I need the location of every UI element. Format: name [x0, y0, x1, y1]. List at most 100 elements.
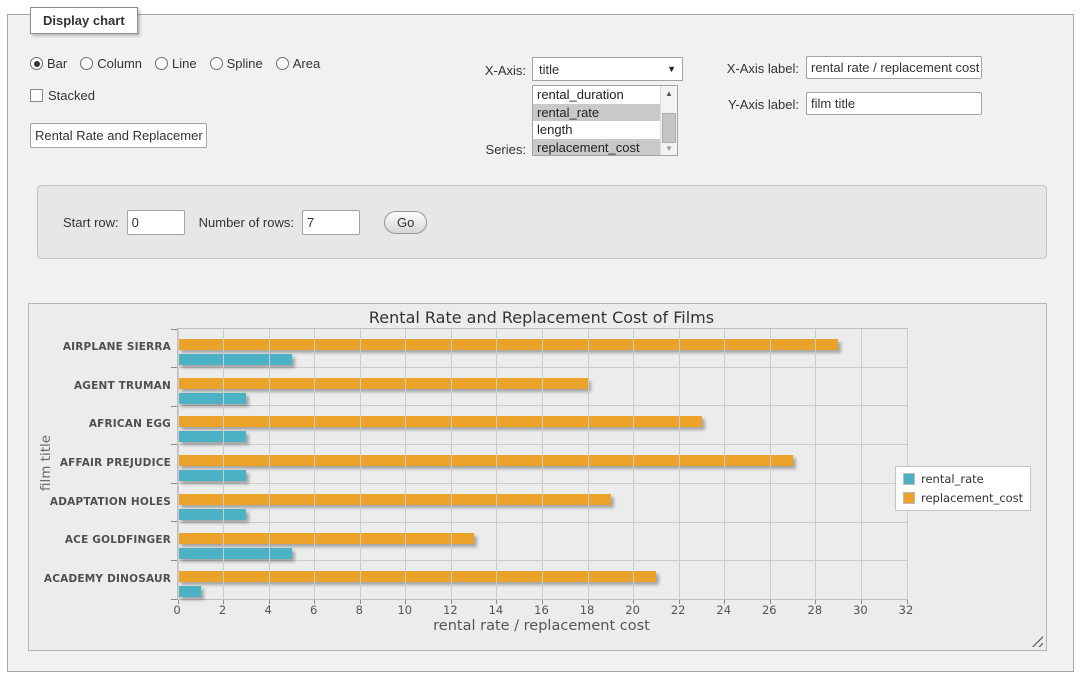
- category-label: AGENT TRUMAN: [35, 367, 171, 406]
- num-rows-label: Number of rows:: [199, 215, 294, 230]
- x-axis-selected-value: title: [539, 62, 559, 77]
- category-label: AFRICAN EGG: [35, 405, 171, 444]
- radio-icon[interactable]: [80, 57, 93, 70]
- x-tick-label: 8: [356, 603, 363, 617]
- series-scrollbar[interactable]: ▲ ▼: [660, 86, 677, 155]
- y-tick-mark: [171, 483, 177, 484]
- chart-type-line[interactable]: Line: [155, 56, 197, 71]
- scroll-down-icon[interactable]: ▼: [661, 141, 677, 155]
- num-rows-input[interactable]: 7: [302, 210, 360, 235]
- series-caption: Series:: [430, 142, 526, 157]
- start-row-label: Start row:: [63, 215, 119, 230]
- y-axis-label-caption: Y-Axis label:: [700, 97, 799, 112]
- start-row-input[interactable]: 0: [127, 210, 185, 235]
- bar-replacement_cost: [178, 455, 793, 466]
- y-tick-mark: [171, 560, 177, 561]
- radio-icon[interactable]: [276, 57, 289, 70]
- bar-rental_rate: [178, 431, 246, 442]
- chevron-down-icon: ▼: [667, 64, 676, 74]
- gridline: [861, 329, 862, 599]
- category-label: AIRPLANE SIERRA: [35, 328, 171, 367]
- bar-replacement_cost: [178, 339, 838, 350]
- category-label: AFFAIR PREJUDICE: [35, 444, 171, 483]
- bar-rental_rate: [178, 393, 246, 404]
- x-tick-label: 2: [219, 603, 226, 617]
- chart-type-spline[interactable]: Spline: [210, 56, 263, 71]
- row-range-panel: Start row: 0 Number of rows: 7 Go: [37, 185, 1047, 259]
- gridline: [314, 329, 315, 599]
- legend-item-rental_rate: rental_rate: [903, 472, 1023, 486]
- gridline: [815, 329, 816, 599]
- x-tick-label: 20: [625, 603, 640, 617]
- chart-type-bar[interactable]: Bar: [30, 56, 67, 71]
- fieldset-legend: Display chart: [30, 7, 138, 34]
- go-button[interactable]: Go: [384, 211, 427, 234]
- resize-handle-icon[interactable]: [1031, 635, 1043, 647]
- series-option-rental_rate[interactable]: rental_rate: [533, 104, 661, 122]
- bar-rental_rate: [178, 586, 201, 597]
- legend-item-replacement_cost: replacement_cost: [903, 491, 1023, 505]
- gridline: [223, 329, 224, 599]
- x-tick-label: 6: [310, 603, 317, 617]
- y-axis-label-input[interactable]: film title: [806, 92, 982, 115]
- x-axis-label-input[interactable]: rental rate / replacement cost: [806, 56, 982, 79]
- gridline: [178, 329, 179, 599]
- x-tick-label: 12: [443, 603, 458, 617]
- radio-label: Bar: [47, 56, 67, 71]
- x-tick-row: 02468101214161820222426283032: [177, 603, 906, 617]
- stacked-label: Stacked: [48, 88, 95, 103]
- x-tick-label: 26: [762, 603, 777, 617]
- radio-icon[interactable]: [30, 57, 43, 70]
- gridline: [679, 329, 680, 599]
- x-axis-select[interactable]: title ▼: [532, 57, 683, 81]
- y-tick-mark: [171, 406, 177, 407]
- x-tick-label: 18: [580, 603, 595, 617]
- legend-swatch: [903, 473, 915, 485]
- chart-title-input[interactable]: Rental Rate and Replacemer: [30, 123, 207, 148]
- chart-type-area[interactable]: Area: [276, 56, 320, 71]
- category-label: ADAPTATION HOLES: [35, 482, 171, 521]
- chart-legend: rental_rate replacement_cost: [895, 466, 1031, 511]
- gridline: [360, 329, 361, 599]
- y-tick-mark: [171, 329, 177, 330]
- category-label: ACADEMY DINOSAUR: [35, 559, 171, 598]
- scrollbar-thumb[interactable]: [662, 113, 676, 143]
- category-label: ACE GOLDFINGER: [35, 521, 171, 560]
- gridline: [907, 329, 908, 599]
- bar-replacement_cost: [178, 571, 656, 582]
- x-tick-label: 22: [671, 603, 686, 617]
- gridline: [724, 329, 725, 599]
- category-labels: AIRPLANE SIERRAAGENT TRUMANAFRICAN EGGAF…: [35, 328, 171, 598]
- stacked-option[interactable]: Stacked: [30, 88, 95, 103]
- bar-replacement_cost: [178, 378, 588, 389]
- bar-rental_rate: [178, 509, 246, 520]
- x-tick-label: 0: [173, 603, 180, 617]
- radio-icon[interactable]: [210, 57, 223, 70]
- y-tick-mark: [171, 599, 177, 600]
- gridline: [770, 329, 771, 599]
- stacked-checkbox[interactable]: [30, 89, 43, 102]
- radio-label: Area: [293, 56, 320, 71]
- row-range-inner: Start row: 0 Number of rows: 7 Go: [38, 186, 1046, 258]
- bar-replacement_cost: [178, 416, 702, 427]
- series-listbox-options: rental_durationrental_ratelengthreplacem…: [533, 86, 661, 155]
- x-tick-label: 16: [534, 603, 549, 617]
- bar-rental_rate: [178, 548, 292, 559]
- series-option-replacement_cost[interactable]: replacement_cost: [533, 139, 661, 157]
- chart-type-column[interactable]: Column: [80, 56, 142, 71]
- legend-label: rental_rate: [921, 472, 984, 486]
- page: Display chart Bar Column Line Spline Area St…: [0, 0, 1081, 681]
- series-option-length[interactable]: length: [533, 121, 661, 139]
- x-tick-label: 32: [899, 603, 914, 617]
- radio-label: Line: [172, 56, 197, 71]
- scroll-up-icon[interactable]: ▲: [661, 86, 677, 100]
- series-listbox[interactable]: rental_durationrental_ratelengthreplacem…: [532, 85, 678, 156]
- chart-type-options: Bar Column Line Spline Area: [30, 56, 320, 71]
- gridline: [633, 329, 634, 599]
- legend-swatch: [903, 492, 915, 504]
- radio-icon[interactable]: [155, 57, 168, 70]
- gridline: [451, 329, 452, 599]
- series-option-rental_duration[interactable]: rental_duration: [533, 86, 661, 104]
- chart-title: Rental Rate and Replacement Cost of Film…: [177, 308, 906, 327]
- bar-rental_rate: [178, 354, 292, 365]
